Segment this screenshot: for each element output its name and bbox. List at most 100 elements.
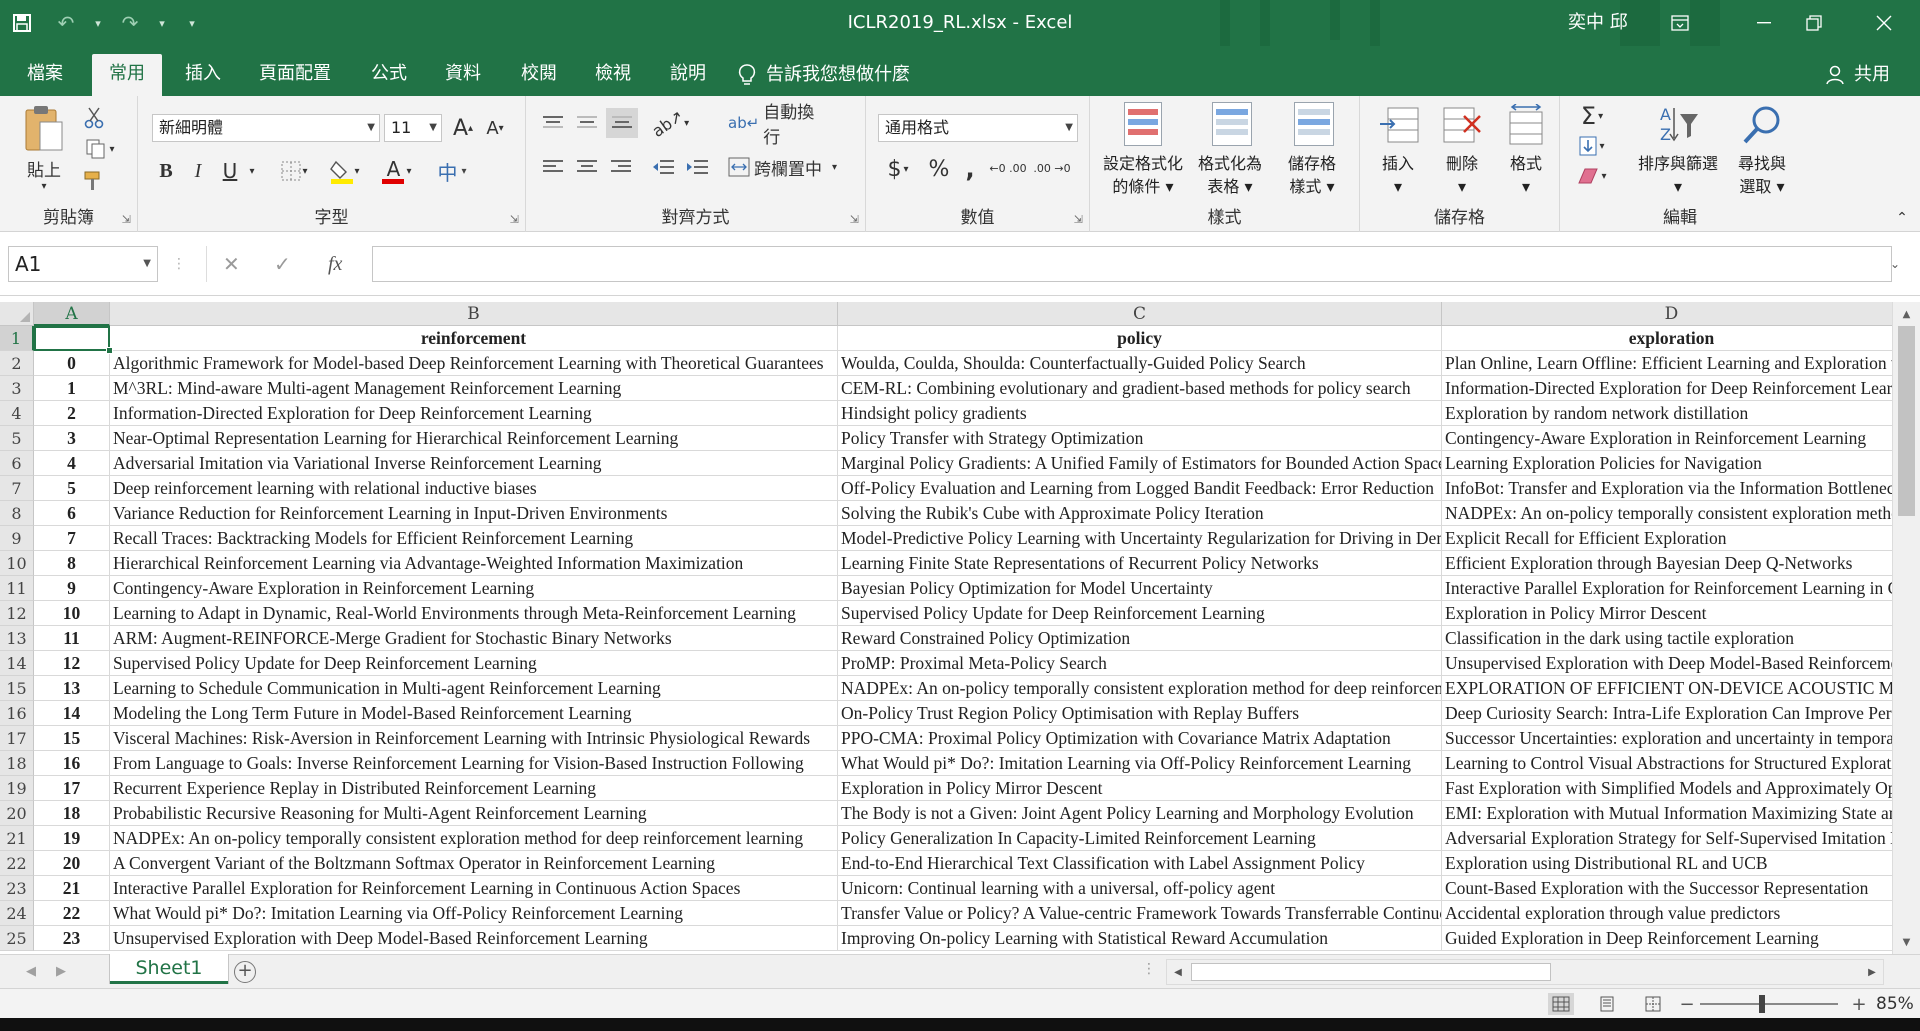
wrap-text-button[interactable]: ab↵ 自動換行 xyxy=(728,103,828,148)
index-cell[interactable]: 2 xyxy=(34,401,110,426)
title-cell[interactable]: Algorithmic Framework for Model-based De… xyxy=(110,351,838,376)
increase-decimal-button[interactable]: ←0 .00 xyxy=(986,154,1030,184)
tab-review[interactable]: 校閱 xyxy=(504,54,574,96)
clipboard-launcher-icon[interactable]: ⇲ xyxy=(122,213,131,226)
tab-data[interactable]: 資料 xyxy=(428,54,498,96)
decrease-decimal-button[interactable]: .00 →0 xyxy=(1030,154,1074,184)
row-header[interactable]: 19 xyxy=(0,776,34,801)
index-cell[interactable]: 8 xyxy=(34,551,110,576)
page-break-preview-icon[interactable] xyxy=(1640,993,1666,1015)
fill-icon[interactable]: ▾ xyxy=(1572,132,1612,160)
title-cell[interactable]: Solving the Rubik's Cube with Approximat… xyxy=(838,501,1442,526)
alignment-launcher-icon[interactable]: ⇲ xyxy=(850,213,859,226)
title-cell[interactable]: Adversarial Exploration Strategy for Sel… xyxy=(1442,826,1892,851)
format-painter-icon[interactable] xyxy=(82,168,106,194)
row-header[interactable]: 23 xyxy=(0,876,34,901)
vertical-scrollbar[interactable]: ▲ ▼ xyxy=(1892,302,1920,954)
grow-font-button[interactable]: A ▴ xyxy=(448,114,478,142)
paste-button[interactable]: 貼上 ▾ xyxy=(14,104,74,214)
bold-button[interactable]: B xyxy=(152,156,180,186)
row-header[interactable]: 15 xyxy=(0,676,34,701)
index-cell[interactable]: 5 xyxy=(34,476,110,501)
title-cell[interactable]: Contingency-Aware Exploration in Reinfor… xyxy=(110,576,838,601)
title-cell[interactable]: CEM-RL: Combining evolutionary and gradi… xyxy=(838,376,1442,401)
clear-icon[interactable]: ▾ xyxy=(1572,162,1612,190)
title-cell[interactable]: What Would pi* Do?: Imitation Learning v… xyxy=(110,901,838,926)
row-header[interactable]: 14 xyxy=(0,651,34,676)
font-color-button[interactable]: A ▾ xyxy=(374,156,420,186)
title-cell[interactable]: Recall Traces: Backtracking Models for E… xyxy=(110,526,838,551)
title-cell[interactable]: Improving On-policy Learning with Statis… xyxy=(838,926,1442,951)
save-icon[interactable] xyxy=(0,0,44,46)
next-sheet-icon[interactable]: ▶ xyxy=(56,955,66,989)
title-cell[interactable]: Learning Exploration Policies for Naviga… xyxy=(1442,451,1892,476)
row-header[interactable]: 10 xyxy=(0,551,34,576)
row-header[interactable]: 8 xyxy=(0,501,34,526)
worksheet-grid[interactable]: A B C D 1 reinforcement policy exploration 2 0 Alg… xyxy=(0,302,1892,954)
formula-input[interactable] xyxy=(372,246,1892,282)
title-cell[interactable]: Learning to Adapt in Dynamic, Real-World… xyxy=(110,601,838,626)
new-sheet-icon[interactable]: + xyxy=(234,961,256,983)
tab-insert[interactable]: 插入 xyxy=(168,54,238,96)
title-cell[interactable]: Plan Online, Learn Offline: Efficient Le… xyxy=(1442,351,1892,376)
title-cell[interactable]: Unicorn: Continual learning with a unive… xyxy=(838,876,1442,901)
row-header[interactable]: 21 xyxy=(0,826,34,851)
user-name[interactable]: 奕中 邱 xyxy=(1568,0,1628,46)
insert-cells-button[interactable]: 插入 ▾ xyxy=(1368,100,1428,200)
title-cell[interactable]: What Would pi* Do?: Imitation Learning v… xyxy=(838,751,1442,776)
title-cell[interactable]: Probabilistic Recursive Reasoning for Mu… xyxy=(110,801,838,826)
header-cell[interactable]: exploration xyxy=(1442,326,1892,351)
align-middle-icon[interactable] xyxy=(572,108,602,138)
find-select-button[interactable]: 尋找與 選取 ▾ xyxy=(1730,100,1794,200)
format-as-table-button[interactable]: 格式化為 表格 ▾ xyxy=(1190,100,1270,200)
align-center-icon[interactable] xyxy=(572,152,602,182)
index-cell[interactable]: 1 xyxy=(34,376,110,401)
index-cell[interactable]: 20 xyxy=(34,851,110,876)
fill-handle[interactable] xyxy=(106,347,113,354)
tab-formulas[interactable]: 公式 xyxy=(354,54,424,96)
cut-icon[interactable] xyxy=(82,106,106,130)
index-cell[interactable]: 18 xyxy=(34,801,110,826)
title-cell[interactable]: NADPEx: An on-policy temporally consiste… xyxy=(110,826,838,851)
column-header-a[interactable]: A xyxy=(34,302,110,326)
row-header[interactable]: 5 xyxy=(0,426,34,451)
title-cell[interactable]: Hierarchical Reinforcement Learning via … xyxy=(110,551,838,576)
index-cell[interactable]: 17 xyxy=(34,776,110,801)
title-cell[interactable]: Policy Transfer with Strategy Optimizati… xyxy=(838,426,1442,451)
title-cell[interactable]: Unsupervised Exploration with Deep Model… xyxy=(110,926,838,951)
collapse-ribbon-icon[interactable]: ⌃ xyxy=(1890,208,1914,228)
index-cell[interactable]: 10 xyxy=(34,601,110,626)
title-cell[interactable]: Off-Policy Evaluation and Learning from … xyxy=(838,476,1442,501)
title-cell[interactable]: Exploration by random network distillati… xyxy=(1442,401,1892,426)
header-cell[interactable]: policy xyxy=(838,326,1442,351)
title-cell[interactable]: Learning to Control Visual Abstractions … xyxy=(1442,751,1892,776)
row-header[interactable]: 9 xyxy=(0,526,34,551)
cell-a1[interactable] xyxy=(34,326,110,351)
horizontal-scrollbar[interactable]: ◀ ▶ xyxy=(1166,959,1884,985)
title-cell[interactable]: PPO-CMA: Proximal Policy Optimization wi… xyxy=(838,726,1442,751)
fill-color-button[interactable]: ▾ xyxy=(322,156,368,186)
orientation-icon[interactable]: ab↗ ▾ xyxy=(648,106,690,141)
title-cell[interactable]: Model-Predictive Policy Learning with Un… xyxy=(838,526,1442,551)
autosum-icon[interactable]: Σ ▾ xyxy=(1572,102,1612,130)
undo-icon[interactable]: ↶ xyxy=(44,0,88,46)
index-cell[interactable]: 12 xyxy=(34,651,110,676)
zoom-in-icon[interactable]: + xyxy=(1846,993,1872,1015)
underline-button[interactable]: U xyxy=(216,156,244,186)
title-cell[interactable]: Classification in the dark using tactile… xyxy=(1442,626,1892,651)
title-cell[interactable]: The Body is not a Given: Joint Agent Pol… xyxy=(838,801,1442,826)
cell-styles-button[interactable]: 儲存格 樣式 ▾ xyxy=(1272,100,1352,200)
redo-dropdown-icon[interactable]: ▾ xyxy=(152,0,172,46)
redo-icon[interactable]: ↷ xyxy=(108,0,152,46)
decrease-indent-icon[interactable] xyxy=(648,152,678,182)
format-cells-button[interactable]: 格式 ▾ xyxy=(1496,100,1556,200)
title-cell[interactable]: Learning Finite State Representations of… xyxy=(838,551,1442,576)
title-cell[interactable]: EMI: Exploration with Mutual Information… xyxy=(1442,801,1892,826)
cancel-icon[interactable]: ✕ xyxy=(206,246,256,282)
select-all-corner[interactable] xyxy=(0,302,34,326)
row-header[interactable]: 11 xyxy=(0,576,34,601)
title-cell[interactable]: Deep reinforcement learning with relatio… xyxy=(110,476,838,501)
align-left-icon[interactable] xyxy=(538,152,568,182)
row-header[interactable]: 12 xyxy=(0,601,34,626)
vertical-scroll-thumb[interactable] xyxy=(1898,326,1915,516)
